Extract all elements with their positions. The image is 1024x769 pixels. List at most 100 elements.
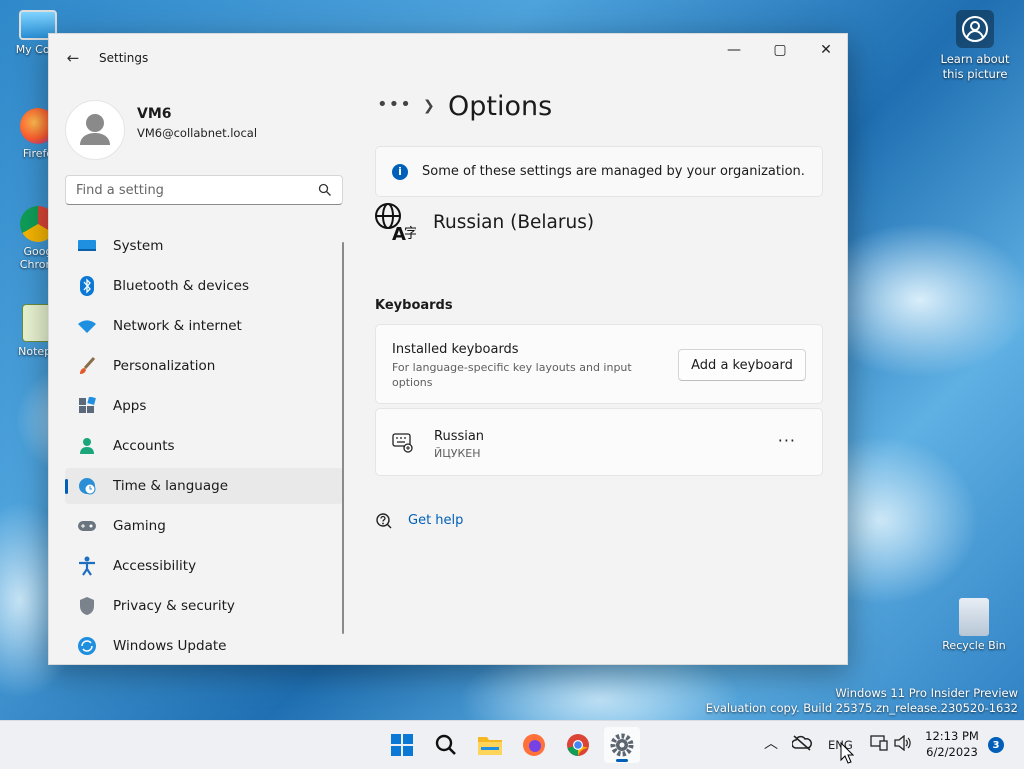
start-button[interactable] <box>384 727 420 763</box>
chevron-up-icon[interactable]: ︿ <box>764 733 778 753</box>
monitor-icon <box>77 236 97 256</box>
sidebar-item-bluetooth[interactable]: Bluetooth & devices <box>65 268 343 304</box>
sidebar-item-gaming[interactable]: Gaming <box>65 508 343 544</box>
onedrive-offline-icon[interactable] <box>791 735 812 754</box>
window-title: Settings <box>99 51 149 65</box>
sidebar-item-privacy[interactable]: Privacy & security <box>65 588 343 624</box>
keyboard-name: Russian <box>434 429 485 444</box>
title-bar: ← Settings — ▢ ✕ <box>49 34 847 80</box>
mouse-cursor-icon <box>840 741 855 768</box>
sidebar-item-accounts[interactable]: Accounts <box>65 428 343 464</box>
chevron-right-icon: ❯ <box>423 98 435 114</box>
taskbar-firefox[interactable] <box>516 727 552 763</box>
sidebar-item-label: Personalization <box>113 358 216 374</box>
search-icon <box>318 183 331 196</box>
sidebar-item-network[interactable]: Network & internet <box>65 308 343 344</box>
installed-keyboards-subtitle: For language-specific key layouts and in… <box>392 361 632 389</box>
gamepad-icon <box>77 516 97 536</box>
sidebar-item-personalization[interactable]: Personalization <box>65 348 343 384</box>
sidebar-item-time-language[interactable]: Time & language <box>65 468 343 504</box>
taskbar: ︿ ENG 12:13 PM 6/2/2023 3 <box>0 720 1024 769</box>
sidebar-item-label: Time & language <box>113 478 229 494</box>
close-button[interactable]: ✕ <box>803 34 847 66</box>
watermark-line1: Windows 11 Pro Insider Preview <box>835 686 1018 700</box>
sidebar-item-label: System <box>113 238 164 254</box>
minimize-button[interactable]: — <box>711 34 757 66</box>
apps-icon <box>77 396 97 416</box>
sidebar-item-apps[interactable]: Apps <box>65 388 343 424</box>
more-options-icon[interactable]: ··· <box>778 431 796 450</box>
clock-time: 12:13 PM <box>925 729 979 743</box>
user-email: VM6@collabnet.local <box>137 126 258 140</box>
taskbar-file-explorer[interactable] <box>472 727 508 763</box>
learn-label: Learn about this picture <box>940 52 1010 81</box>
network-icon[interactable] <box>870 735 888 754</box>
sidebar-item-accessibility[interactable]: Accessibility <box>65 548 343 584</box>
recycle-bin-icon <box>959 598 989 636</box>
firefox-icon <box>523 734 545 756</box>
folder-icon <box>478 737 502 755</box>
language-icon: A字 <box>374 202 418 246</box>
sidebar-item-label: Accessibility <box>113 558 197 574</box>
sidebar-item-label: Windows Update <box>113 638 227 654</box>
sidebar-item-label: Bluetooth & devices <box>113 278 250 294</box>
back-arrow-icon[interactable]: ← <box>63 48 83 68</box>
settings-window: ← Settings — ▢ ✕ VM6 VM6@collabnet.local… <box>48 33 848 665</box>
desktop-icon-recycle-bin[interactable]: Recycle Bin <box>942 598 1006 652</box>
search-input[interactable] <box>66 176 316 204</box>
help-icon <box>375 512 393 534</box>
svg-text:字: 字 <box>404 226 416 242</box>
sidebar-item-label: Apps <box>113 398 147 414</box>
user-name: VM6 <box>137 106 172 122</box>
breadcrumb-more[interactable]: ••• <box>377 94 412 115</box>
managed-banner: i Some of these settings are managed by … <box>375 146 823 197</box>
sidebar-item-label: Privacy & security <box>113 598 235 614</box>
language-name: Russian (Belarus) <box>433 212 595 233</box>
camera-circle-icon <box>956 10 994 48</box>
sidebar-item-windows-update[interactable]: Windows Update <box>65 628 343 664</box>
sidebar-item-label: Gaming <box>113 518 166 534</box>
taskbar-settings[interactable] <box>604 727 640 763</box>
add-keyboard-button[interactable]: Add a keyboard <box>678 349 806 381</box>
keyboard-layout: ЙЦУКЕН <box>434 447 481 460</box>
search-icon <box>435 734 456 755</box>
update-icon <box>77 636 97 656</box>
sidebar-nav: System Bluetooth & devices Network & int… <box>65 228 343 664</box>
system-clock[interactable]: 12:13 PM 6/2/2023 <box>918 728 986 760</box>
get-help-link[interactable]: Get help <box>408 513 463 528</box>
shield-icon <box>77 596 97 616</box>
person-avatar-icon <box>80 114 110 145</box>
taskbar-chrome[interactable] <box>560 727 596 763</box>
desktop-icon-label: Recycle Bin <box>942 639 1006 652</box>
learn-about-picture[interactable]: Learn about this picture <box>938 10 1012 82</box>
taskbar-search-button[interactable] <box>428 727 464 763</box>
managed-banner-text: Some of these settings are managed by yo… <box>422 164 805 179</box>
clock-date: 6/2/2023 <box>926 745 978 759</box>
person-icon <box>77 436 97 456</box>
globe-clock-icon <box>77 476 97 496</box>
avatar <box>65 100 125 160</box>
watermark-line2: Evaluation copy. Build 25375.zn_release.… <box>705 701 1018 715</box>
keyboard-icon <box>392 433 414 457</box>
bluetooth-icon <box>77 276 97 296</box>
chrome-icon <box>567 734 589 756</box>
sidebar-scrollbar[interactable] <box>342 242 344 634</box>
maximize-button[interactable]: ▢ <box>757 34 803 66</box>
sidebar-item-system[interactable]: System <box>65 228 343 264</box>
keyboards-header: Keyboards <box>375 298 453 313</box>
brush-icon <box>77 356 97 376</box>
installed-keyboards-title: Installed keyboards <box>392 342 519 357</box>
installed-keyboards-card: Installed keyboards For language-specifi… <box>375 324 823 404</box>
notification-badge[interactable]: 3 <box>988 737 1004 753</box>
volume-icon[interactable] <box>894 734 912 754</box>
build-watermark: Windows 11 Pro Insider Preview Evaluatio… <box>706 686 1018 716</box>
sidebar-item-label: Network & internet <box>113 318 242 334</box>
keyboard-row-russian[interactable]: Russian ЙЦУКЕН ··· <box>375 408 823 476</box>
search-box[interactable] <box>65 175 343 205</box>
windows-logo-icon <box>391 734 413 756</box>
wifi-icon <box>77 316 97 336</box>
info-icon: i <box>392 163 408 180</box>
page-title: Options <box>448 91 553 122</box>
accessibility-icon <box>77 556 97 576</box>
sidebar-item-label: Accounts <box>113 438 175 454</box>
